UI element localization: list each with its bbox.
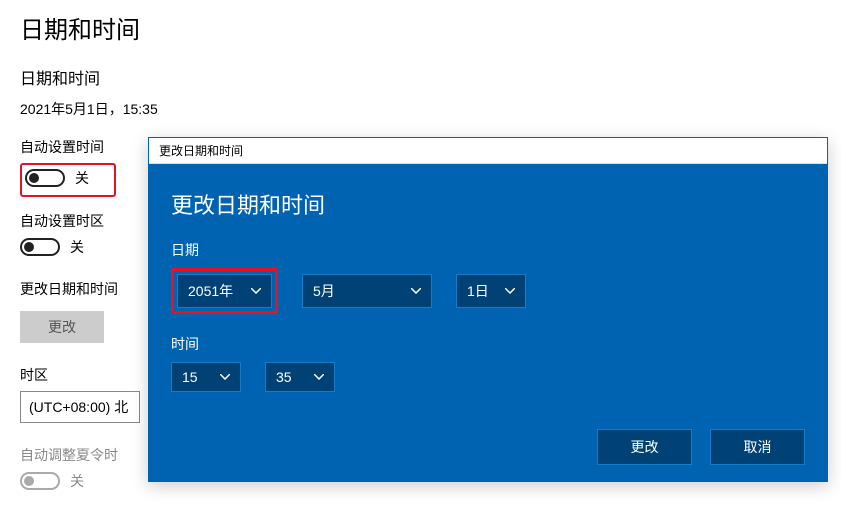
- dialog-titlebar: 更改日期和时间: [149, 138, 827, 164]
- day-value: 1日: [467, 281, 489, 301]
- dialog-heading: 更改日期和时间: [171, 188, 805, 220]
- chevron-down-icon: [505, 288, 515, 294]
- auto-time-toggle[interactable]: [25, 169, 65, 187]
- year-value: 2051年: [188, 281, 233, 301]
- dst-state: 关: [70, 471, 84, 491]
- month-dropdown[interactable]: 5月: [302, 274, 432, 308]
- highlight-year: 2051年: [171, 268, 278, 314]
- auto-tz-toggle[interactable]: [20, 238, 60, 256]
- chevron-down-icon: [314, 374, 324, 380]
- minute-dropdown[interactable]: 35: [265, 362, 335, 392]
- chevron-down-icon: [251, 288, 261, 294]
- time-label: 时间: [171, 334, 805, 354]
- date-label: 日期: [171, 240, 805, 260]
- highlight-auto-time: 关: [20, 163, 116, 197]
- change-datetime-dialog: 更改日期和时间 更改日期和时间 日期 2051年 5月 1日 时间 15: [148, 137, 828, 482]
- auto-time-state: 关: [75, 168, 89, 188]
- hour-value: 15: [182, 369, 198, 385]
- minute-value: 35: [276, 369, 292, 385]
- auto-tz-state: 关: [70, 237, 84, 257]
- chevron-down-icon: [220, 374, 230, 380]
- chevron-down-icon: [411, 288, 421, 294]
- day-dropdown[interactable]: 1日: [456, 274, 526, 308]
- dst-toggle: [20, 472, 60, 490]
- tz-select[interactable]: (UTC+08:00) 北: [20, 391, 140, 423]
- dialog-cancel-button[interactable]: 取消: [710, 429, 805, 465]
- year-dropdown[interactable]: 2051年: [177, 274, 272, 308]
- subtitle: 日期和时间: [20, 65, 821, 89]
- month-value: 5月: [313, 281, 335, 301]
- current-datetime: 2021年5月1日，15:35: [20, 99, 821, 119]
- change-button[interactable]: 更改: [20, 311, 104, 343]
- dialog-change-button[interactable]: 更改: [597, 429, 692, 465]
- page-title: 日期和时间: [20, 10, 821, 45]
- hour-dropdown[interactable]: 15: [171, 362, 241, 392]
